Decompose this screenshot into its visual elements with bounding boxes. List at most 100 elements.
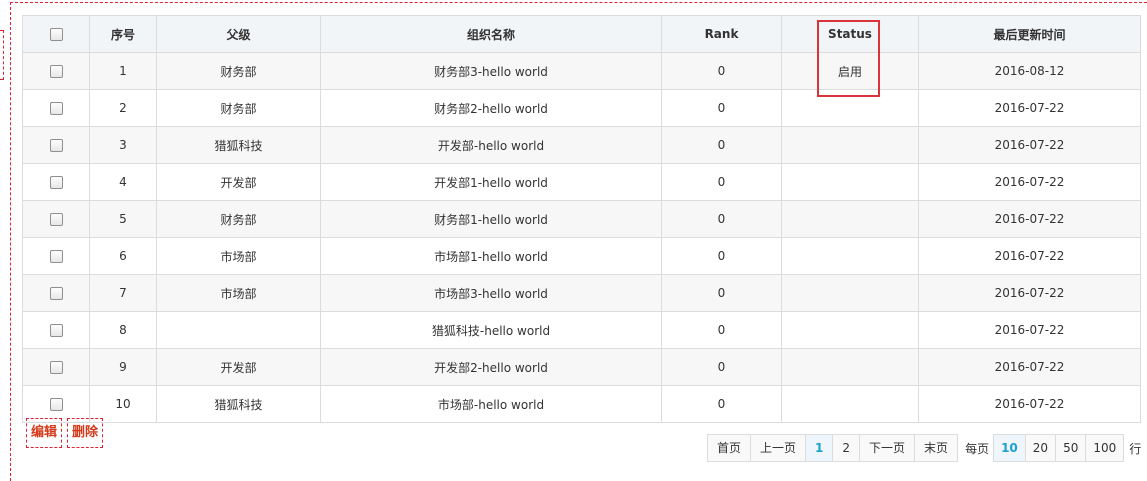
cell-parent: 市场部 (156, 274, 321, 312)
table-row[interactable]: 6 市场部 市场部1-hello world 0 2016-07-22 (22, 237, 1141, 275)
select-all-checkbox[interactable] (49, 28, 63, 41)
row-checkbox[interactable] (49, 398, 63, 411)
cell-parent: 开发部 (156, 163, 321, 201)
table-row[interactable]: 10 猎狐科技 市场部-hello world 0 2016-07-22 (22, 385, 1141, 423)
next-page-button[interactable]: 下一页 (859, 434, 916, 462)
row-checkbox[interactable] (49, 65, 63, 78)
header-rank[interactable]: Rank (661, 15, 782, 53)
row-select-cell[interactable] (22, 237, 90, 275)
cell-updated: 2016-07-22 (918, 200, 1141, 238)
header-org-name[interactable]: 组织名称 (320, 15, 662, 53)
page-1-button[interactable]: 1 (805, 434, 834, 462)
row-select-cell[interactable] (22, 348, 90, 386)
row-checkbox[interactable] (49, 102, 63, 115)
cell-org-name: 财务部1-hello world (320, 200, 662, 238)
cell-updated: 2016-08-12 (918, 52, 1141, 90)
row-select-cell[interactable] (22, 52, 90, 90)
per-page-option-10[interactable]: 10 (993, 434, 1026, 462)
cell-rank: 0 (661, 200, 782, 238)
edit-button[interactable]: 编辑 (26, 418, 63, 448)
page-2-button[interactable]: 2 (832, 434, 861, 462)
delete-button[interactable]: 删除 (67, 418, 104, 448)
cell-index: 6 (89, 237, 157, 275)
row-select-cell[interactable] (22, 163, 90, 201)
per-page-option-100[interactable]: 100 (1085, 434, 1125, 462)
cell-updated: 2016-07-22 (918, 385, 1141, 423)
cell-org-name: 开发部1-hello world (320, 163, 662, 201)
table-row[interactable]: 2 财务部 财务部2-hello world 0 2016-07-22 (22, 89, 1141, 127)
cell-org-name: 财务部2-hello world (320, 89, 662, 127)
row-select-cell[interactable] (22, 274, 90, 312)
first-page-button[interactable]: 首页 (707, 434, 752, 462)
header-status[interactable]: Status (781, 15, 919, 53)
cell-status (781, 237, 919, 275)
cell-index: 5 (89, 200, 157, 238)
cell-rank: 0 (661, 52, 782, 90)
table-row[interactable]: 7 市场部 市场部3-hello world 0 2016-07-22 (22, 274, 1141, 312)
row-select-cell[interactable] (22, 311, 90, 349)
row-checkbox[interactable] (49, 213, 63, 226)
table-row[interactable]: 5 财务部 财务部1-hello world 0 2016-07-22 (22, 200, 1141, 238)
cell-org-name: 猎狐科技-hello world (320, 311, 662, 349)
cell-index: 10 (89, 385, 157, 423)
cell-parent: 财务部 (156, 89, 321, 127)
organization-table: 序号 父级 组织名称 Rank Status 最后更新时间 1 财务部 财务部3-h… (22, 15, 1141, 423)
last-page-button[interactable]: 末页 (914, 434, 959, 462)
row-checkbox[interactable] (49, 176, 63, 189)
row-checkbox[interactable] (49, 250, 63, 263)
cell-status (781, 348, 919, 386)
cell-parent: 猎狐科技 (156, 126, 321, 164)
cell-index: 3 (89, 126, 157, 164)
cell-parent: 开发部 (156, 348, 321, 386)
cell-parent: 猎狐科技 (156, 385, 321, 423)
header-parent[interactable]: 父级 (156, 15, 321, 53)
cell-index: 2 (89, 89, 157, 127)
cell-rank: 0 (661, 311, 782, 349)
table-header-row: 序号 父级 组织名称 Rank Status 最后更新时间 (22, 15, 1141, 53)
cell-parent (156, 311, 321, 349)
cell-rank: 0 (661, 274, 782, 312)
cell-org-name: 财务部3-hello world (320, 52, 662, 90)
row-select-cell[interactable] (22, 89, 90, 127)
table-row[interactable]: 3 猎狐科技 开发部-hello world 0 2016-07-22 (22, 126, 1141, 164)
cell-status (781, 311, 919, 349)
prev-page-button[interactable]: 上一页 (750, 434, 807, 462)
cell-org-name: 市场部-hello world (320, 385, 662, 423)
per-page-option-20[interactable]: 20 (1024, 434, 1057, 462)
cell-rank: 0 (661, 385, 782, 423)
cell-org-name: 开发部-hello world (320, 126, 662, 164)
per-page-option-50[interactable]: 50 (1055, 434, 1087, 462)
pagination: 首页 上一页 12 下一页 末页 每页 10 20 50 100 行 (707, 434, 1141, 462)
cell-updated: 2016-07-22 (918, 274, 1141, 312)
row-select-cell[interactable] (22, 200, 90, 238)
table-row[interactable]: 8 猎狐科技-hello world 0 2016-07-22 (22, 311, 1141, 349)
cell-rank: 0 (661, 237, 782, 275)
cell-updated: 2016-07-22 (918, 163, 1141, 201)
cell-index: 8 (89, 311, 157, 349)
row-select-cell[interactable] (22, 126, 90, 164)
cell-updated: 2016-07-22 (918, 126, 1141, 164)
cell-status (781, 89, 919, 127)
cell-org-name: 开发部2-hello world (320, 348, 662, 386)
row-checkbox[interactable] (49, 287, 63, 300)
table-row[interactable]: 9 开发部 开发部2-hello world 0 2016-07-22 (22, 348, 1141, 386)
row-checkbox[interactable] (49, 361, 63, 374)
per-page-suffix: 行 (1129, 441, 1142, 456)
row-checkbox[interactable] (49, 324, 63, 337)
cell-index: 9 (89, 348, 157, 386)
cell-status (781, 163, 919, 201)
cell-rank: 0 (661, 348, 782, 386)
cell-updated: 2016-07-22 (918, 89, 1141, 127)
header-updated[interactable]: 最后更新时间 (918, 15, 1141, 53)
cell-index: 1 (89, 52, 157, 90)
table-row[interactable]: 1 财务部 财务部3-hello world 0 启用 2016-08-12 (22, 52, 1141, 90)
selection-border-top (10, 2, 1147, 3)
row-checkbox[interactable] (49, 139, 63, 152)
cell-index: 4 (89, 163, 157, 201)
cell-rank: 0 (661, 126, 782, 164)
table-row[interactable]: 4 开发部 开发部1-hello world 0 2016-07-22 (22, 163, 1141, 201)
select-all-cell[interactable] (22, 15, 90, 53)
header-index[interactable]: 序号 (89, 15, 157, 53)
per-page-label: 每页 (965, 441, 990, 456)
row-select-cell[interactable] (22, 385, 90, 423)
